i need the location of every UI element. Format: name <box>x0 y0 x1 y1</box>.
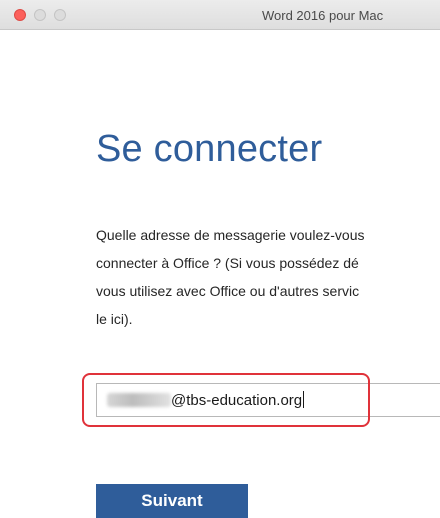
email-domain: @tbs-education.org <box>171 392 303 409</box>
prompt-line: vous utilisez avec Office ou d'autres se… <box>96 283 360 299</box>
email-field[interactable]: @tbs-education.org <box>96 383 440 417</box>
window-title: Word 2016 pour Mac <box>262 8 384 23</box>
redacted-username <box>107 393 171 407</box>
prompt-line: connecter à Office ? (Si vous possédez d… <box>96 255 359 271</box>
prompt-line: Quelle adresse de messagerie voulez-vous <box>96 227 365 243</box>
title-bar: Word 2016 pour Mac <box>0 0 440 30</box>
page-title: Se connecter <box>96 128 323 170</box>
email-prompt: Quelle adresse de messagerie voulez-vous… <box>96 221 440 333</box>
maximize-icon[interactable] <box>54 9 66 21</box>
minimize-icon[interactable] <box>34 9 46 21</box>
text-caret <box>303 391 305 408</box>
close-icon[interactable] <box>14 9 26 21</box>
prompt-line: le ici). <box>96 311 133 327</box>
next-button[interactable]: Suivant <box>96 484 248 518</box>
email-value[interactable]: @tbs-education.org <box>171 391 305 409</box>
app-window: Word 2016 pour Mac Se connecter Quelle a… <box>0 0 440 518</box>
